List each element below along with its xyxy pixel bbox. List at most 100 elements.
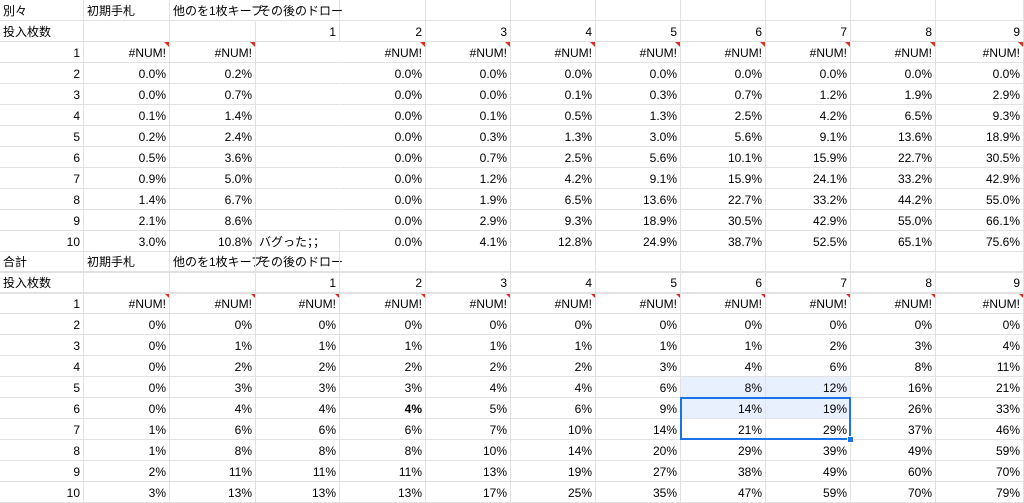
draw-value[interactable]: 0% (340, 314, 426, 335)
draw-value[interactable]: 4% (511, 377, 596, 398)
draw-value[interactable]: 4% (681, 356, 766, 377)
count-label[interactable]: 投入枚数 (0, 21, 84, 42)
draw-value[interactable]: 8% (681, 377, 766, 398)
draw-value[interactable]: 29% (766, 419, 851, 440)
draw-value[interactable]: 44.2% (851, 189, 936, 210)
draw-value[interactable]: 19% (511, 461, 596, 482)
row-count[interactable]: 5 (0, 377, 84, 398)
draw-value[interactable]: 59% (936, 440, 1024, 461)
empty-cell[interactable] (0, 273, 84, 294)
draw-value[interactable]: 3% (596, 356, 681, 377)
draw-value[interactable]: 49% (766, 461, 851, 482)
draw-value[interactable]: 4.1% (426, 231, 511, 252)
draw-header[interactable]: 2 (340, 21, 426, 42)
draw-value[interactable]: 13% (426, 461, 511, 482)
draw-value[interactable]: 3% (340, 377, 426, 398)
draw-value[interactable]: 0% (256, 314, 340, 335)
initial-hand-value[interactable]: #NUM! (84, 293, 170, 314)
draw-value[interactable]: 66.1% (936, 210, 1024, 231)
draw-value[interactable]: 0.7% (681, 84, 766, 105)
draw-value[interactable] (256, 210, 340, 231)
draw-value[interactable]: 0.0% (340, 168, 426, 189)
keep-one-value[interactable]: 6% (170, 419, 256, 440)
row-count[interactable]: 1 (0, 42, 84, 63)
draw-value[interactable]: #NUM! (681, 293, 766, 314)
row-count[interactable]: 9 (0, 461, 84, 482)
draw-value[interactable]: 5.6% (681, 126, 766, 147)
keep-one-value[interactable]: 0.2% (170, 63, 256, 84)
draw-value[interactable]: #NUM! (426, 293, 511, 314)
empty-cell[interactable] (340, 0, 426, 21)
draw-value[interactable]: #NUM! (340, 42, 426, 63)
draw-value[interactable]: 4.2% (511, 168, 596, 189)
header-after-draw[interactable]: その後のドロー (256, 0, 343, 21)
draw-value[interactable]: #NUM! (596, 293, 681, 314)
draw-value[interactable]: 1% (596, 335, 681, 356)
empty-cell[interactable] (256, 273, 340, 294)
row-count[interactable]: 10 (0, 231, 84, 252)
draw-value[interactable]: #NUM! (511, 42, 596, 63)
empty-cell[interactable] (511, 273, 596, 294)
draw-header[interactable]: 5 (596, 21, 681, 42)
header-initial-hand[interactable]: 初期手札 (84, 0, 170, 21)
empty-cell[interactable] (596, 0, 681, 21)
draw-value[interactable]: 25% (511, 482, 596, 503)
draw-value[interactable]: 33% (936, 398, 1024, 419)
draw-value[interactable]: 0.0% (936, 63, 1024, 84)
draw-value[interactable]: 27% (596, 461, 681, 482)
keep-one-value[interactable]: 3% (170, 377, 256, 398)
draw-value[interactable]: 24.9% (596, 231, 681, 252)
row-count[interactable]: 9 (0, 210, 84, 231)
draw-value[interactable]: 12.8% (511, 231, 596, 252)
header-keep-one[interactable]: 他のを1枚キープ (170, 0, 263, 21)
draw-value[interactable]: 18.9% (936, 126, 1024, 147)
draw-value[interactable]: 6.5% (851, 105, 936, 126)
empty-cell[interactable] (426, 252, 511, 273)
draw-value[interactable]: 8% (851, 356, 936, 377)
draw-value[interactable]: 2% (340, 356, 426, 377)
draw-value[interactable]: 17% (426, 482, 511, 503)
empty-cell[interactable] (170, 273, 256, 294)
draw-value[interactable]: 9.3% (936, 105, 1024, 126)
draw-value[interactable]: 0.0% (851, 63, 936, 84)
draw-header[interactable]: 7 (766, 21, 851, 42)
initial-hand-value[interactable]: 0.1% (84, 105, 170, 126)
draw-value[interactable]: 6% (596, 377, 681, 398)
draw-value[interactable]: #NUM! (256, 293, 340, 314)
row-count[interactable]: 6 (0, 147, 84, 168)
draw-value[interactable]: 0% (426, 314, 511, 335)
draw-value[interactable]: 37% (851, 419, 936, 440)
draw-value[interactable]: #NUM! (766, 293, 851, 314)
draw-value[interactable]: 70% (936, 461, 1024, 482)
draw-value[interactable]: #NUM! (340, 293, 426, 314)
draw-value[interactable]: 0.3% (426, 126, 511, 147)
draw-value[interactable]: 0% (851, 314, 936, 335)
draw-header[interactable]: 4 (511, 21, 596, 42)
draw-value[interactable]: 0.0% (340, 210, 426, 231)
draw-value[interactable]: #NUM! (851, 293, 936, 314)
draw-value[interactable]: 39% (766, 440, 851, 461)
draw-value[interactable]: 0.0% (766, 63, 851, 84)
draw-value[interactable]: 1.3% (596, 105, 681, 126)
draw-value[interactable] (256, 84, 340, 105)
keep-one-value[interactable]: 4% (170, 398, 256, 419)
draw-value[interactable]: 4% (256, 398, 340, 419)
draw-value[interactable]: 2% (511, 356, 596, 377)
keep-one-value[interactable]: 0% (170, 314, 256, 335)
draw-value[interactable]: 8% (256, 440, 340, 461)
draw-value[interactable]: 18.9% (596, 210, 681, 231)
draw-value[interactable]: 29% (681, 440, 766, 461)
draw-value[interactable]: 0.0% (340, 126, 426, 147)
draw-value[interactable]: 33.2% (851, 168, 936, 189)
draw-value[interactable]: 2.9% (936, 84, 1024, 105)
draw-value[interactable]: 35% (596, 482, 681, 503)
row-count[interactable]: 10 (0, 482, 84, 503)
row-count[interactable]: 4 (0, 105, 84, 126)
draw-value[interactable]: 0.0% (340, 84, 426, 105)
draw-value[interactable]: 38.7% (681, 231, 766, 252)
draw-value[interactable]: 8% (340, 440, 426, 461)
draw-value[interactable]: 24.1% (766, 168, 851, 189)
draw-value[interactable]: 4.2% (766, 105, 851, 126)
draw-value[interactable]: 15.9% (681, 168, 766, 189)
draw-value[interactable]: 0.7% (426, 147, 511, 168)
